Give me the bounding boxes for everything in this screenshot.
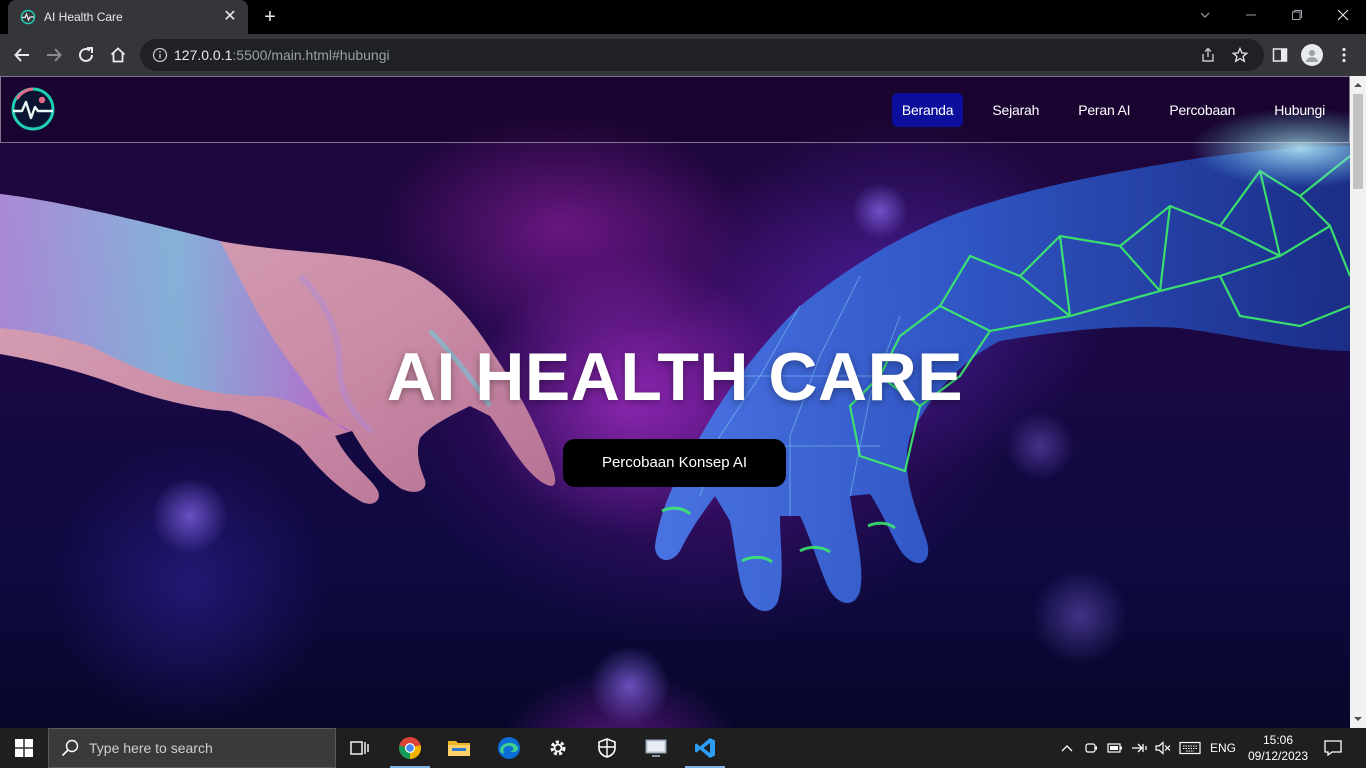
browser-menu-icon[interactable] — [1332, 43, 1356, 67]
nav-item-peran-ai[interactable]: Peran AI — [1068, 93, 1140, 127]
browser-toolbar: 127.0.0.1:5500/main.html#hubungi — [0, 34, 1366, 76]
address-bar[interactable]: 127.0.0.1:5500/main.html#hubungi — [140, 39, 1264, 71]
forward-icon[interactable] — [42, 43, 66, 67]
nav-item-sejarah[interactable]: Sejarah — [982, 93, 1049, 127]
url-path: :5500/main.html#hubungi — [232, 47, 390, 63]
chrome-icon[interactable] — [386, 728, 434, 768]
tab-search-icon[interactable] — [1182, 0, 1228, 30]
scrollbar-thumb[interactable] — [1353, 94, 1363, 189]
url-host: 127.0.0.1 — [174, 47, 233, 63]
show-hidden-icons[interactable] — [1056, 728, 1078, 768]
battery-icon[interactable] — [1104, 728, 1126, 768]
side-panel-icon[interactable] — [1268, 43, 1292, 67]
nav-item-percobaan[interactable]: Percobaan — [1159, 93, 1245, 127]
home-icon[interactable] — [106, 43, 130, 67]
cta-button[interactable]: Percobaan Konsep AI — [563, 439, 786, 487]
share-icon[interactable] — [1196, 39, 1220, 71]
language-label: ENG — [1209, 741, 1236, 755]
windows-logo-icon — [15, 739, 33, 757]
ai-health-logo-icon[interactable] — [9, 85, 57, 133]
file-explorer-icon[interactable] — [435, 728, 483, 768]
scroll-up-icon[interactable] — [1354, 81, 1362, 89]
edge-icon[interactable] — [485, 728, 533, 768]
network-icon[interactable] — [1128, 728, 1150, 768]
site-header: Beranda Sejarah Peran AI Percobaan Hubun… — [0, 76, 1350, 143]
task-view-icon[interactable] — [336, 728, 384, 768]
settings-gear-icon[interactable] — [534, 728, 582, 768]
touch-keyboard-icon[interactable] — [1176, 728, 1204, 768]
clock-time: 15:06 — [1262, 733, 1294, 747]
search-placeholder: Type here to search — [89, 740, 213, 756]
volume-muted-icon[interactable] — [1152, 728, 1174, 768]
tab-title: AI Health Care — [44, 10, 123, 24]
hero-title: AI HEALTH CARE — [386, 339, 964, 415]
url-text[interactable]: 127.0.0.1:5500/main.html#hubungi — [174, 47, 390, 63]
site-info-icon[interactable] — [152, 47, 168, 63]
search-icon — [61, 739, 79, 757]
close-window-icon[interactable] — [1320, 0, 1366, 30]
scroll-down-icon[interactable] — [1354, 715, 1362, 723]
meet-now-icon[interactable] — [1080, 728, 1102, 768]
tab-strip: AI Health Care ✕ + — [0, 0, 1366, 34]
vscode-icon[interactable] — [681, 728, 729, 768]
windows-taskbar: Type here to search ENG 15:06 09/12/2023 — [0, 728, 1366, 768]
site-logo-icon — [20, 9, 36, 25]
bookmark-star-icon[interactable] — [1228, 39, 1252, 71]
system-clock[interactable]: 15:06 09/12/2023 — [1240, 732, 1316, 764]
page-scrollbar[interactable] — [1350, 76, 1366, 728]
clock-date: 09/12/2023 — [1247, 749, 1309, 763]
page-viewport: Beranda Sejarah Peran AI Percobaan Hubun… — [0, 76, 1350, 728]
main-nav: Beranda Sejarah Peran AI Percobaan Hubun… — [873, 93, 1335, 127]
remote-desktop-icon[interactable] — [632, 728, 680, 768]
taskbar-search-box[interactable]: Type here to search — [48, 728, 336, 768]
start-button[interactable] — [0, 728, 48, 768]
nav-item-hubungi[interactable]: Hubungi — [1264, 93, 1335, 127]
notifications-icon[interactable] — [1320, 728, 1346, 768]
browser-tab[interactable]: AI Health Care ✕ — [8, 0, 248, 34]
profile-icon — [1301, 44, 1323, 66]
tab-close-icon[interactable]: ✕ — [222, 9, 238, 25]
windows-security-icon[interactable] — [583, 728, 631, 768]
restore-icon[interactable] — [1274, 0, 1320, 30]
input-language-indicator[interactable]: ENG — [1206, 728, 1240, 768]
reload-icon[interactable] — [74, 43, 98, 67]
back-icon[interactable] — [10, 43, 34, 67]
minimize-icon[interactable] — [1228, 0, 1274, 30]
new-tab-icon[interactable]: + — [260, 7, 280, 27]
profile-avatar[interactable] — [1300, 43, 1324, 67]
nav-item-beranda[interactable]: Beranda — [891, 93, 964, 127]
